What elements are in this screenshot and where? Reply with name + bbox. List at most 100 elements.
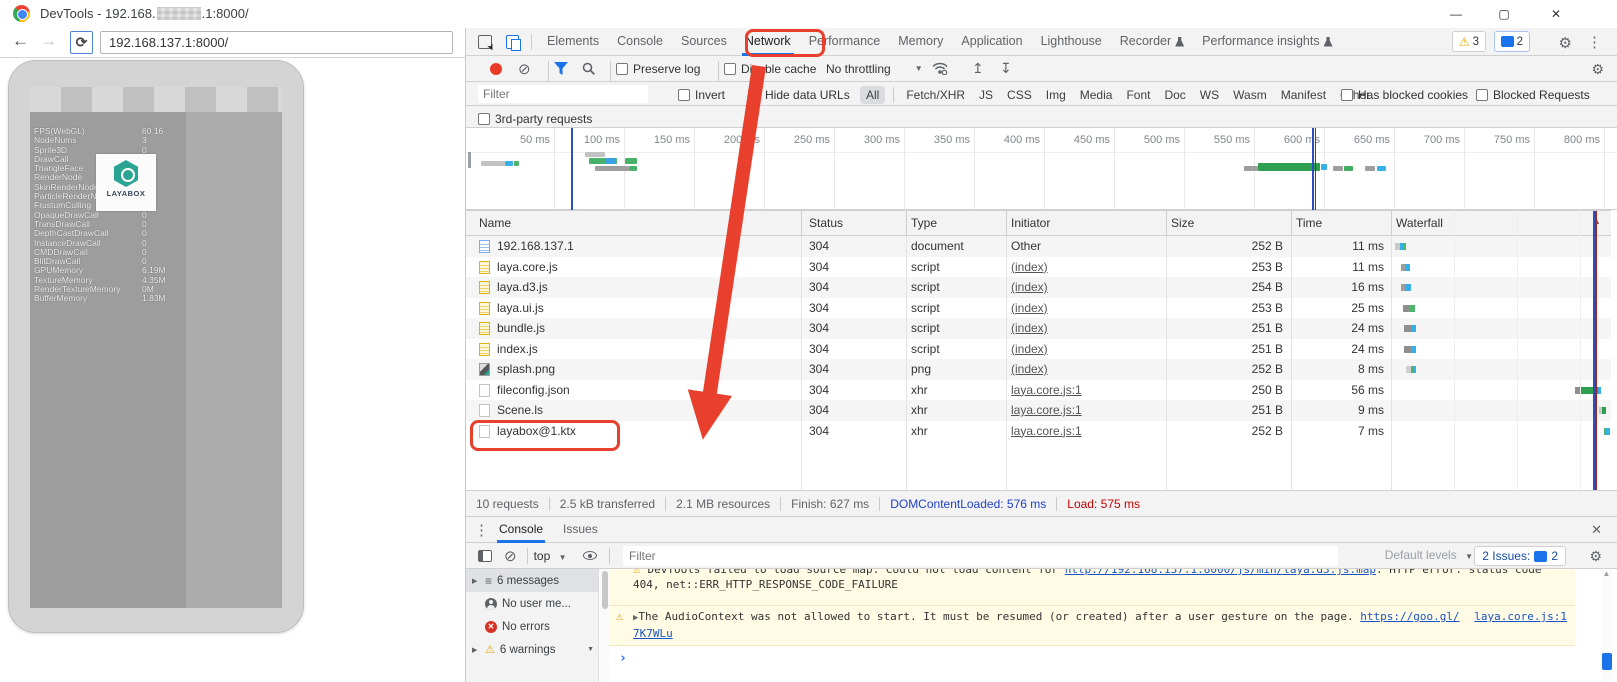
disable-cache-checkbox[interactable]: Disable cache [724,56,816,81]
filter-type-js[interactable]: JS [973,86,999,104]
filter-type-img[interactable]: Img [1040,86,1072,104]
log-levels-dropdown[interactable]: Default levels ▼ [1385,548,1473,562]
maximize-button[interactable]: ▢ [1481,0,1527,28]
msg1-link[interactable]: http://192.168.137.1:8000/js/min/laya.d3… [1065,569,1376,576]
console-context-dropdown[interactable]: top ▼ [534,549,567,563]
request-initiator[interactable]: (index) [1011,277,1048,298]
filter-funnel-icon[interactable] [554,56,568,81]
minimize-button[interactable]: — [1433,0,1479,28]
console-filter-input[interactable] [623,546,1338,566]
console-sidebar-no-errors[interactable]: ✕No errors [466,615,598,638]
table-row-layabox@1.ktx[interactable]: layabox@1.ktx304xhrlaya.core.js:1252 B7 … [466,421,1611,442]
request-initiator[interactable]: laya.core.js:1 [1011,380,1082,401]
console-sidebar-toggle-icon[interactable] [478,550,492,562]
col-header-waterfall[interactable]: Waterfall [1396,216,1443,230]
device-toolbar-icon[interactable] [506,35,519,49]
drawer-tab-issues[interactable]: Issues [553,517,608,543]
drawer-close-icon[interactable]: ✕ [1591,522,1602,538]
expand-caret-icon[interactable]: ▶ [472,646,480,654]
issues-badge[interactable]: 2 [1494,31,1530,52]
console-sidebar-6-messages[interactable]: ▶≡6 messages [466,569,598,592]
clear-console-icon[interactable]: ⊘ [504,547,517,565]
tab-recorder[interactable]: Recorder [1111,28,1193,56]
filter-type-wasm[interactable]: Wasm [1227,86,1273,104]
request-initiator[interactable]: laya.core.js:1 [1011,421,1082,442]
drawer-tab-console[interactable]: Console [489,517,553,543]
table-row-laya.d3.js[interactable]: laya.d3.js304script(index)254 B16 ms [466,277,1611,298]
has-blocked-cookies-checkbox[interactable]: Has blocked cookies [1341,82,1468,107]
filter-type-media[interactable]: Media [1074,86,1119,104]
table-row-splash.png[interactable]: splash.png304png(index)252 B8 ms [466,359,1611,380]
inspect-element-icon[interactable] [478,35,492,49]
url-bar[interactable]: 192.168.137.1:8000/ [100,31,453,54]
filter-type-font[interactable]: Font [1120,86,1156,104]
chevron-down-icon[interactable]: ▼ [587,646,594,653]
request-initiator[interactable]: laya.core.js:1 [1011,400,1082,421]
filter-type-manifest[interactable]: Manifest [1275,86,1332,104]
drawer-menu-icon[interactable]: ⋮ [474,521,489,539]
col-header-type[interactable]: Type [911,216,937,230]
import-har-icon[interactable]: ↥ [972,56,984,81]
request-initiator[interactable]: (index) [1011,359,1048,380]
tab-lighthouse[interactable]: Lighthouse [1032,28,1111,56]
filter-type-css[interactable]: CSS [1001,86,1038,104]
console-prompt-chevron[interactable]: › [609,646,1575,666]
hide-data-urls-checkbox[interactable]: Hide data URLs [748,82,850,107]
scrollbar-thumb[interactable] [1602,653,1612,670]
col-header-initiator[interactable]: Initiator [1011,216,1050,230]
invert-checkbox[interactable]: Invert [678,82,725,107]
back-icon[interactable]: ← [12,31,29,51]
tab-application[interactable]: Application [952,28,1031,56]
request-initiator[interactable]: (index) [1011,339,1048,360]
expand-caret-icon[interactable]: ▶ [472,577,480,585]
table-row-192.168.137.1[interactable]: 192.168.137.1304documentOther252 B11 ms [466,236,1611,257]
request-initiator[interactable]: (index) [1011,257,1048,278]
console-sidebar-no-user-me-[interactable]: No user me... [466,592,598,615]
blocked-requests-checkbox[interactable]: Blocked Requests [1476,82,1590,107]
more-options-icon[interactable]: ⋮ [1587,33,1602,51]
console-scrollbar[interactable]: ▲ [1601,569,1612,682]
tab-sources[interactable]: Sources [672,28,736,56]
clear-network-icon[interactable]: ⊘ [518,56,531,81]
col-header-size[interactable]: Size [1171,216,1194,230]
table-row-fileconfig.json[interactable]: fileconfig.json304xhrlaya.core.js:1250 B… [466,380,1611,401]
table-row-bundle.js[interactable]: bundle.js304script(index)251 B24 ms [466,318,1611,339]
warnings-badge[interactable]: ⚠ 3 [1452,31,1486,52]
console-warning-audiocontext[interactable]: ⚠ laya.core.js:1 ▶The AudioContext was n… [609,606,1575,646]
search-icon[interactable] [582,56,595,81]
issues-counter-button[interactable]: 2 Issues: 2 [1474,546,1566,566]
preserve-log-checkbox[interactable]: Preserve log [616,56,700,81]
network-filter-input[interactable] [478,85,648,103]
network-conditions-icon[interactable] [932,56,948,81]
forward-icon[interactable]: → [40,31,57,51]
col-header-status[interactable]: Status [809,216,843,230]
export-har-icon[interactable]: ↧ [1000,56,1012,81]
tab-console[interactable]: Console [608,28,672,56]
overview-handle[interactable] [468,152,471,168]
tab-elements[interactable]: Elements [538,28,608,56]
filter-type-doc[interactable]: Doc [1158,86,1191,104]
msg2-link-part1[interactable]: https://goo.gl/ [1360,610,1459,623]
live-expression-eye-icon[interactable] [583,551,597,560]
tab-performance-insights[interactable]: Performance insights [1193,28,1341,56]
filter-type-all[interactable]: All [860,86,885,104]
table-row-Scene.ls[interactable]: Scene.ls304xhrlaya.core.js:1251 B9 ms [466,400,1611,421]
settings-gear-icon[interactable]: ⚙ [1559,34,1572,52]
throttling-dropdown[interactable]: No throttling ▼ [826,56,923,81]
request-initiator[interactable]: (index) [1011,318,1048,339]
table-row-laya.core.js[interactable]: laya.core.js304script(index)253 B11 ms [466,257,1611,278]
filter-type-ws[interactable]: WS [1194,86,1225,104]
reload-button[interactable]: ⟳ [70,31,93,54]
table-row-laya.ui.js[interactable]: laya.ui.js304script(index)253 B25 ms [466,298,1611,319]
msg2-link-part2[interactable]: 7K7WLu [633,627,673,640]
tab-memory[interactable]: Memory [889,28,952,56]
console-sidebar-scrollbar[interactable] [600,569,609,682]
table-row-index.js[interactable]: index.js304script(index)251 B24 ms [466,339,1611,360]
col-header-name[interactable]: Name [479,216,511,230]
network-settings-gear-icon[interactable]: ⚙ [1591,61,1604,78]
filter-type-fetch-xhr[interactable]: Fetch/XHR [900,86,971,104]
close-button[interactable]: ✕ [1533,0,1579,28]
col-header-time[interactable]: Time [1296,216,1322,230]
console-sidebar-6-warnings[interactable]: ▶⚠6 warnings▼ [466,638,598,661]
msg2-source-link[interactable]: laya.core.js:1 [1474,609,1567,624]
